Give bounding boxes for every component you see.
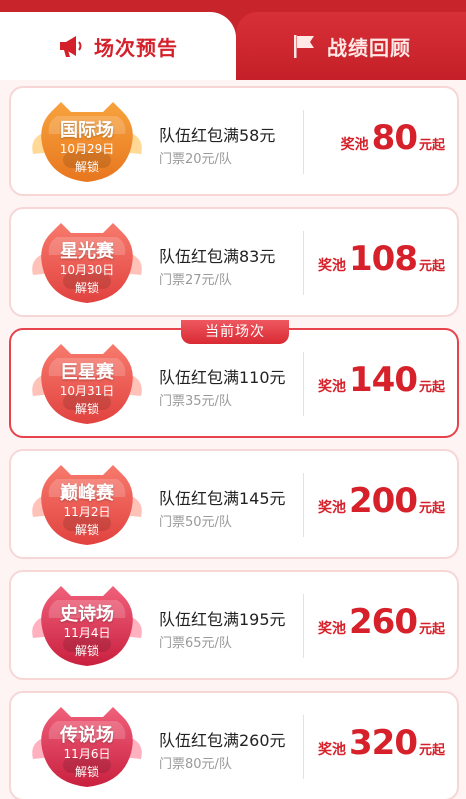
- match-card-0[interactable]: 国际场 10月29日 解锁 队伍红包满58元 门票20元/队 奖池 80 元起: [9, 86, 459, 196]
- current-match-tag: 当前场次: [181, 320, 289, 344]
- unlock-status: 解锁: [74, 402, 99, 416]
- match-date: 11月6日: [63, 747, 111, 761]
- prize-amount: 140: [349, 360, 418, 400]
- card-divider: [303, 715, 304, 779]
- match-date: 11月2日: [63, 505, 111, 519]
- match-name: 国际场: [60, 120, 114, 141]
- prize-pool: 奖池 80 元起: [341, 118, 445, 158]
- red-packet-threshold: 队伍红包满110元: [159, 368, 286, 387]
- prize-amount: 108: [349, 239, 418, 279]
- prize-pool: 奖池 140 元起: [318, 360, 445, 400]
- prize-label: 奖池: [318, 742, 346, 758]
- tab-schedule[interactable]: 场次预告: [0, 12, 236, 80]
- match-badge: 巨星赛 10月31日 解锁: [23, 336, 151, 432]
- prize-pool: 奖池 320 元起: [318, 723, 445, 763]
- match-name: 传说场: [60, 725, 114, 746]
- prize-label: 奖池: [318, 379, 346, 395]
- prize-unit: 元起: [418, 743, 445, 758]
- prize-unit: 元起: [418, 259, 445, 274]
- red-packet-threshold: 队伍红包满145元: [159, 489, 286, 508]
- unlock-status: 解锁: [74, 523, 99, 537]
- prize-unit: 元起: [418, 380, 445, 395]
- match-date: 10月31日: [59, 384, 115, 398]
- prize-amount: 260: [349, 602, 418, 642]
- ticket-price: 门票20元/队: [159, 152, 232, 167]
- unlock-status: 解锁: [74, 281, 99, 295]
- match-date: 11月4日: [63, 626, 111, 640]
- prize-amount: 80: [371, 118, 418, 158]
- match-card-3[interactable]: 巅峰赛 11月2日 解锁 队伍红包满145元 门票50元/队 奖池 200 元起: [9, 449, 459, 559]
- prize-amount: 200: [349, 481, 418, 521]
- megaphone-icon: [60, 36, 82, 57]
- red-packet-threshold: 队伍红包满195元: [159, 610, 286, 629]
- card-divider: [303, 473, 304, 537]
- red-packet-threshold: 队伍红包满260元: [159, 731, 286, 750]
- ticket-price: 门票50元/队: [159, 515, 232, 530]
- red-packet-threshold: 队伍红包满83元: [159, 247, 276, 266]
- ticket-price: 门票35元/队: [159, 394, 232, 409]
- prize-amount: 320: [349, 723, 418, 763]
- ticket-price: 门票27元/队: [159, 273, 232, 288]
- match-name: 巅峰赛: [60, 483, 114, 504]
- match-card-5[interactable]: 传说场 11月6日 解锁 队伍红包满260元 门票80元/队 奖池 320 元起: [9, 691, 459, 799]
- prize-pool: 奖池 108 元起: [318, 239, 445, 279]
- card-divider: [303, 352, 304, 416]
- card-divider: [303, 110, 304, 174]
- prize-unit: 元起: [418, 138, 445, 153]
- match-card-2[interactable]: 当前场次 巨星赛 10月31日 解锁 队伍红包满110元 门票35元/队 奖池 …: [9, 320, 459, 438]
- match-badge: 星光赛 10月30日 解锁: [23, 215, 151, 311]
- card-divider: [303, 594, 304, 658]
- ticket-price: 门票80元/队: [159, 757, 232, 772]
- match-name: 史诗场: [60, 604, 114, 625]
- match-card-4[interactable]: 史诗场 11月4日 解锁 队伍红包满195元 门票65元/队 奖池 260 元起: [9, 570, 459, 680]
- prize-pool: 奖池 260 元起: [318, 602, 445, 642]
- match-date: 10月29日: [59, 142, 115, 156]
- prize-label: 奖池: [318, 258, 346, 274]
- unlock-status: 解锁: [74, 765, 99, 779]
- tab-bar: 场次预告 战绩回顾: [0, 0, 466, 80]
- prize-label: 奖池: [318, 500, 346, 516]
- match-badge: 史诗场 11月4日 解锁: [23, 578, 151, 674]
- tab-history[interactable]: 战绩回顾: [236, 12, 466, 80]
- flag-icon: [294, 35, 314, 58]
- unlock-status: 解锁: [74, 160, 99, 174]
- prize-unit: 元起: [418, 622, 445, 637]
- match-badge: 传说场 11月6日 解锁: [23, 699, 151, 795]
- match-list: 国际场 10月29日 解锁 队伍红包满58元 门票20元/队 奖池 80 元起: [0, 80, 466, 799]
- ticket-price: 门票65元/队: [159, 636, 232, 651]
- card-divider: [303, 231, 304, 295]
- match-name: 星光赛: [60, 241, 114, 262]
- match-name: 巨星赛: [60, 362, 114, 383]
- prize-label: 奖池: [340, 137, 369, 153]
- match-card-1[interactable]: 星光赛 10月30日 解锁 队伍红包满83元 门票27元/队 奖池 108 元起: [9, 207, 459, 317]
- tab-schedule-label: 场次预告: [94, 35, 178, 60]
- match-badge: 巅峰赛 11月2日 解锁: [23, 457, 151, 553]
- prize-label: 奖池: [318, 621, 346, 637]
- prize-pool: 奖池 200 元起: [318, 481, 445, 521]
- match-badge: 国际场 10月29日 解锁: [23, 94, 151, 190]
- red-packet-threshold: 队伍红包满58元: [159, 126, 276, 145]
- prize-unit: 元起: [418, 501, 445, 516]
- unlock-status: 解锁: [74, 644, 99, 658]
- match-date: 10月30日: [59, 263, 115, 277]
- tab-history-label: 战绩回顾: [327, 35, 411, 60]
